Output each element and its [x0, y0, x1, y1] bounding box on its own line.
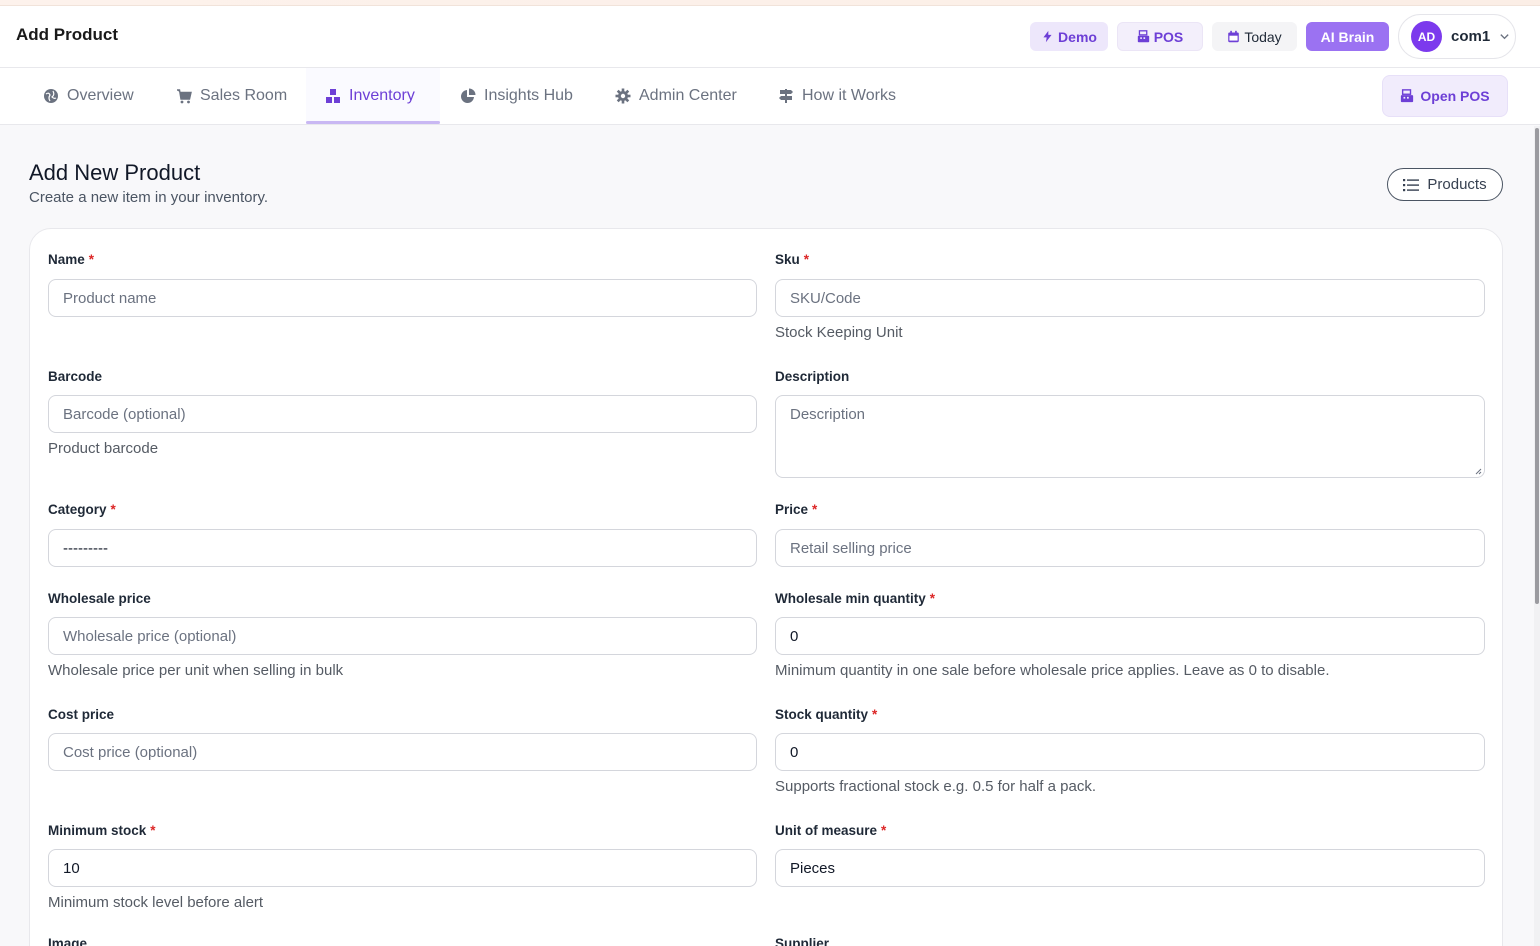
- demo-label: Demo: [1058, 28, 1097, 45]
- sku-input[interactable]: SKU/Code: [775, 279, 1485, 317]
- stock-quantity-help: Supports fractional stock e.g. 0.5 for h…: [775, 778, 1097, 795]
- scrollbar-thumb[interactable]: [1535, 128, 1539, 604]
- ai-brain-button[interactable]: AI Brain: [1306, 22, 1389, 51]
- cart-icon: [177, 89, 192, 104]
- ai-brain-label: AI Brain: [1320, 28, 1375, 45]
- tab-label: Sales Room: [200, 87, 288, 104]
- supplier-label: Supplier: [775, 936, 830, 946]
- price-label: Price *: [775, 502, 818, 517]
- image-label: Image: [48, 936, 88, 946]
- description-label: Description: [775, 369, 850, 384]
- tab-label: How it Works: [802, 87, 896, 104]
- stock-quantity-label: Stock quantity *: [775, 707, 878, 722]
- name-input[interactable]: Product name: [48, 279, 757, 317]
- sku-help: Stock Keeping Unit: [775, 324, 903, 341]
- minimum-stock-label: Minimum stock *: [48, 823, 156, 838]
- pos-button[interactable]: POS: [1117, 22, 1203, 51]
- wholesale-min-label: Wholesale min quantity *: [775, 591, 936, 606]
- app-title: Add Product: [16, 25, 118, 44]
- tab-overview[interactable]: Overview: [43, 68, 134, 124]
- description-textarea[interactable]: Description: [775, 395, 1485, 478]
- stock-quantity-input[interactable]: 0: [775, 733, 1485, 771]
- barcode-label: Barcode: [48, 369, 103, 384]
- list-icon: [1403, 178, 1420, 191]
- pos-label: POS: [1153, 28, 1184, 45]
- unit-of-measure-select[interactable]: Pieces: [775, 849, 1485, 887]
- today-label: Today: [1244, 28, 1282, 45]
- barcode-help: Product barcode: [48, 440, 159, 457]
- demo-button[interactable]: Demo: [1030, 22, 1108, 51]
- user-menu[interactable]: AD com1: [1398, 14, 1516, 59]
- tab-label: Overview: [67, 87, 134, 104]
- cost-price-input[interactable]: Cost price (optional): [48, 733, 757, 771]
- wholesale-min-input[interactable]: 0: [775, 617, 1485, 655]
- open-pos-label: Open POS: [1420, 88, 1490, 104]
- active-tab-indicator: [306, 121, 440, 124]
- sku-label: Sku *: [775, 252, 810, 267]
- wholesale-price-help: Wholesale price per unit when selling in…: [48, 662, 344, 679]
- tab-label: Insights Hub: [484, 87, 573, 104]
- open-pos-button[interactable]: Open POS: [1382, 75, 1508, 117]
- tab-label: Inventory: [349, 87, 415, 104]
- wholesale-price-input[interactable]: Wholesale price (optional): [48, 617, 757, 655]
- globe-icon: [44, 89, 58, 103]
- avatar: AD: [1411, 21, 1442, 52]
- chevron-down-icon: [1500, 34, 1509, 40]
- boxes-icon: [326, 89, 340, 103]
- tab-label: Admin Center: [639, 87, 737, 104]
- description-placeholder: Description: [790, 406, 866, 423]
- page-title: Add New Product: [29, 160, 201, 185]
- tab-insights-hub[interactable]: Insights Hub: [460, 68, 573, 124]
- app-header: Add Product Demo POS Today AI Brain AD c…: [0, 6, 1540, 68]
- tab-inventory[interactable]: Inventory: [325, 68, 415, 124]
- products-label: Products: [1427, 176, 1487, 193]
- signpost-icon: [779, 89, 793, 103]
- barcode-input[interactable]: Barcode (optional): [48, 395, 757, 433]
- main-nav: Overview Sales Room Inventory Insights H…: [0, 68, 1540, 125]
- minimum-stock-help: Minimum stock level before alert: [48, 894, 264, 911]
- user-name: com1: [1451, 28, 1491, 45]
- today-button[interactable]: Today: [1212, 22, 1297, 51]
- wholesale-min-help: Minimum quantity in one sale before whol…: [775, 662, 1330, 679]
- category-label: Category *: [48, 502, 116, 517]
- gear-icon: [615, 88, 631, 104]
- products-button[interactable]: Products: [1387, 168, 1503, 201]
- resize-grip-icon[interactable]: [1474, 467, 1482, 475]
- category-select[interactable]: ---------: [48, 529, 757, 567]
- name-label: Name *: [48, 252, 95, 267]
- cost-price-label: Cost price: [48, 707, 115, 722]
- page-subtitle: Create a new item in your inventory.: [29, 189, 268, 206]
- product-form-card: [29, 228, 1503, 946]
- wholesale-price-label: Wholesale price: [48, 591, 151, 606]
- pie-chart-icon: [461, 88, 476, 103]
- unit-of-measure-label: Unit of measure *: [775, 823, 887, 838]
- price-input[interactable]: Retail selling price: [775, 529, 1485, 567]
- calendar-icon: [1228, 30, 1240, 43]
- register-icon: [1137, 30, 1149, 43]
- register-icon: [1401, 89, 1414, 103]
- minimum-stock-input[interactable]: 10: [48, 849, 757, 887]
- lightning-icon: [1043, 30, 1052, 43]
- tab-sales-room[interactable]: Sales Room: [176, 68, 287, 124]
- tab-how-it-works[interactable]: How it Works: [778, 68, 896, 124]
- tab-admin-center[interactable]: Admin Center: [615, 68, 737, 124]
